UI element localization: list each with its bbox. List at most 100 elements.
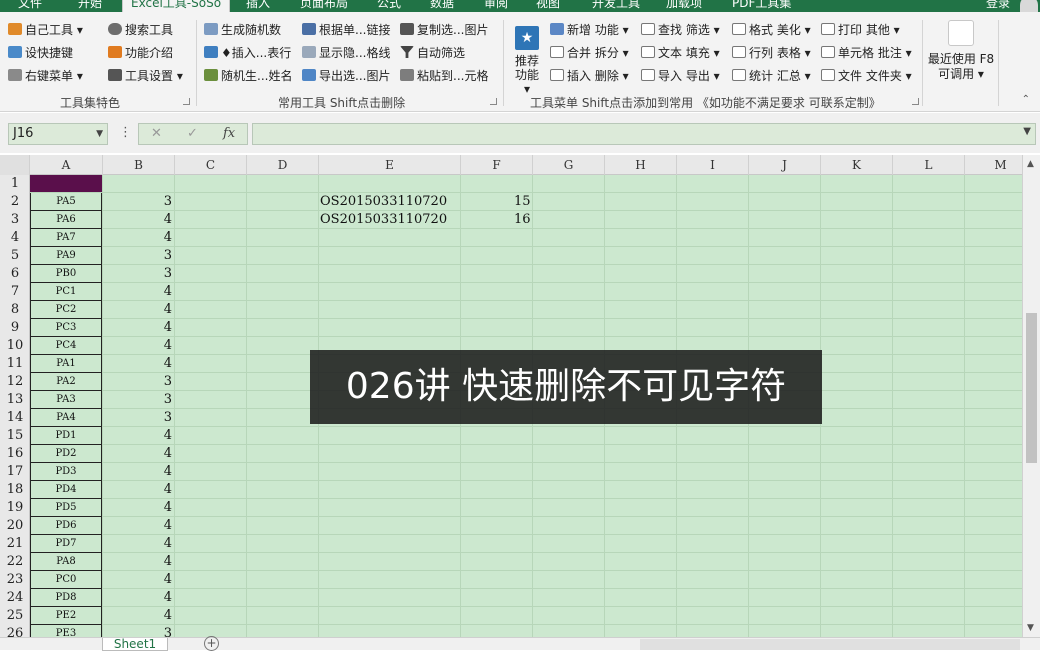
cell-b[interactable]: 3 [102,373,172,391]
row-header[interactable]: 17 [0,463,30,481]
my-tools-button[interactable]: 自己工具 ▾ [8,20,83,40]
column-header-i[interactable]: I [677,155,749,175]
cell-b[interactable]: 4 [102,319,172,337]
row-header[interactable]: 11 [0,355,30,373]
tab-view[interactable]: 视图 [536,0,560,12]
row-header[interactable]: 22 [0,553,30,571]
format-beautify-menu[interactable]: 格式 美化 ▾ [732,20,811,40]
cell-b[interactable]: 3 [102,265,172,283]
row-header[interactable]: 4 [0,229,30,247]
tab-home[interactable]: 开始 [78,0,102,12]
column-header-j[interactable]: J [749,155,821,175]
cell-b[interactable]: 4 [102,229,172,247]
tab-pdf-tools[interactable]: PDF工具集 [732,0,791,12]
cell-a[interactable]: PD3 [30,463,102,481]
cell-b[interactable]: 4 [102,589,172,607]
column-header-b[interactable]: B [103,155,175,175]
column-header-c[interactable]: C [175,155,247,175]
random-name-button[interactable]: 随机生...姓名 [204,66,292,86]
cell-a[interactable]: PE3 [30,625,102,637]
formula-input[interactable]: ▼ [252,123,1036,145]
cell-a[interactable]: PE2 [30,607,102,625]
cell-e[interactable]: OS2015033110720 [320,211,447,229]
export-picture-button[interactable]: 导出选...图片 [302,66,390,86]
insert-table-row-button[interactable]: ♦插入...表行 [204,43,291,63]
cell-b[interactable]: 4 [102,445,172,463]
cell-b[interactable]: 3 [102,625,172,637]
cell-b[interactable]: 4 [102,301,172,319]
row-header[interactable]: 3 [0,211,30,229]
row-header[interactable]: 16 [0,445,30,463]
cell-a[interactable]: PA7 [30,229,102,247]
toggle-gridlines-button[interactable]: 显示隐...格线 [302,43,390,63]
column-header-g[interactable]: G [533,155,605,175]
column-header-m[interactable]: M [965,155,1022,175]
feature-intro-button[interactable]: 功能介绍 [108,43,173,63]
find-filter-menu[interactable]: 查找 筛选 ▾ [641,20,720,40]
file-folder-menu[interactable]: 文件 文件夹 ▾ [821,66,912,86]
random-number-button[interactable]: 生成随机数 [204,20,281,40]
search-tools-button[interactable]: 搜索工具 [108,20,173,40]
tab-data[interactable]: 数据 [430,0,454,12]
column-header-k[interactable]: K [821,155,893,175]
cell-comment-menu[interactable]: 单元格 批注 ▾ [821,43,912,63]
text-fill-menu[interactable]: 文本 填充 ▾ [641,43,720,63]
column-header-f[interactable]: F [461,155,533,175]
tab-addins[interactable]: 加载项 [666,0,702,12]
new-feature-menu[interactable]: 新增 功能 ▾ [550,20,629,40]
more-options-icon[interactable]: ⋮ [119,125,132,140]
cell-a[interactable]: PC3 [30,319,102,337]
tool-settings-button[interactable]: 工具设置 ▾ [108,66,183,86]
cell-b[interactable]: 4 [102,517,172,535]
row-header[interactable]: 26 [0,625,30,637]
cell-a[interactable]: PA8 [30,553,102,571]
row-header[interactable]: 23 [0,571,30,589]
merge-split-menu[interactable]: 合并 拆分 ▾ [550,43,629,63]
cell-b[interactable]: 4 [102,283,172,301]
context-menu-button[interactable]: 右键菜单 ▾ [8,66,83,86]
chevron-down-icon[interactable]: ▼ [96,124,103,144]
tab-formulas[interactable]: 公式 [377,0,401,12]
cell-b[interactable]: 4 [102,499,172,517]
dialog-launcher-icon[interactable] [912,98,919,105]
cell-a[interactable]: PA4 [30,409,102,427]
row-header[interactable]: 19 [0,499,30,517]
tab-insert[interactable]: 插入 [246,0,270,12]
print-other-menu[interactable]: 打印 其他 ▾ [821,20,900,40]
expand-formula-icon[interactable]: ▼ [1023,126,1031,137]
row-header[interactable]: 10 [0,337,30,355]
cell-a[interactable]: PD5 [30,499,102,517]
tab-page-layout[interactable]: 页面布局 [300,0,348,12]
cell-e[interactable]: OS2015033110720 [320,193,447,211]
column-header-a[interactable]: A [30,155,103,175]
cell-b[interactable]: 4 [102,535,172,553]
cell-a[interactable]: PD6 [30,517,102,535]
cell-a[interactable]: PD1 [30,427,102,445]
login-link[interactable]: 登录 [986,0,1010,12]
set-shortcut-button[interactable]: 设快捷键 [8,43,73,63]
vertical-scrollbar[interactable]: ▲ ▼ [1022,155,1040,637]
rows-columns-table-menu[interactable]: 行列 表格 ▾ [732,43,811,63]
row-header[interactable]: 21 [0,535,30,553]
row-header[interactable]: 9 [0,319,30,337]
row-header[interactable]: 20 [0,517,30,535]
row-header[interactable]: 25 [0,607,30,625]
row-header[interactable]: 1 [0,175,30,193]
avatar[interactable] [1020,0,1038,12]
row-header[interactable]: 8 [0,301,30,319]
cell-a[interactable]: PD7 [30,535,102,553]
dialog-launcher-icon[interactable] [183,98,190,105]
cell-a[interactable]: PB0 [30,265,102,283]
cell-b[interactable]: 4 [102,463,172,481]
cell-a[interactable]: PA5 [30,193,102,211]
cell-a[interactable]: PA6 [30,211,102,229]
tab-file[interactable]: 文件 [18,0,42,12]
sheet-tab-sheet1[interactable]: Sheet1 [102,638,168,651]
row-header[interactable]: 15 [0,427,30,445]
cell-b[interactable]: 4 [102,211,172,229]
row-header[interactable]: 6 [0,265,30,283]
cell-b[interactable]: 4 [102,427,172,445]
cell-b[interactable]: 4 [102,355,172,373]
cell-a[interactable]: PD4 [30,481,102,499]
cell-a[interactable]: PD8 [30,589,102,607]
